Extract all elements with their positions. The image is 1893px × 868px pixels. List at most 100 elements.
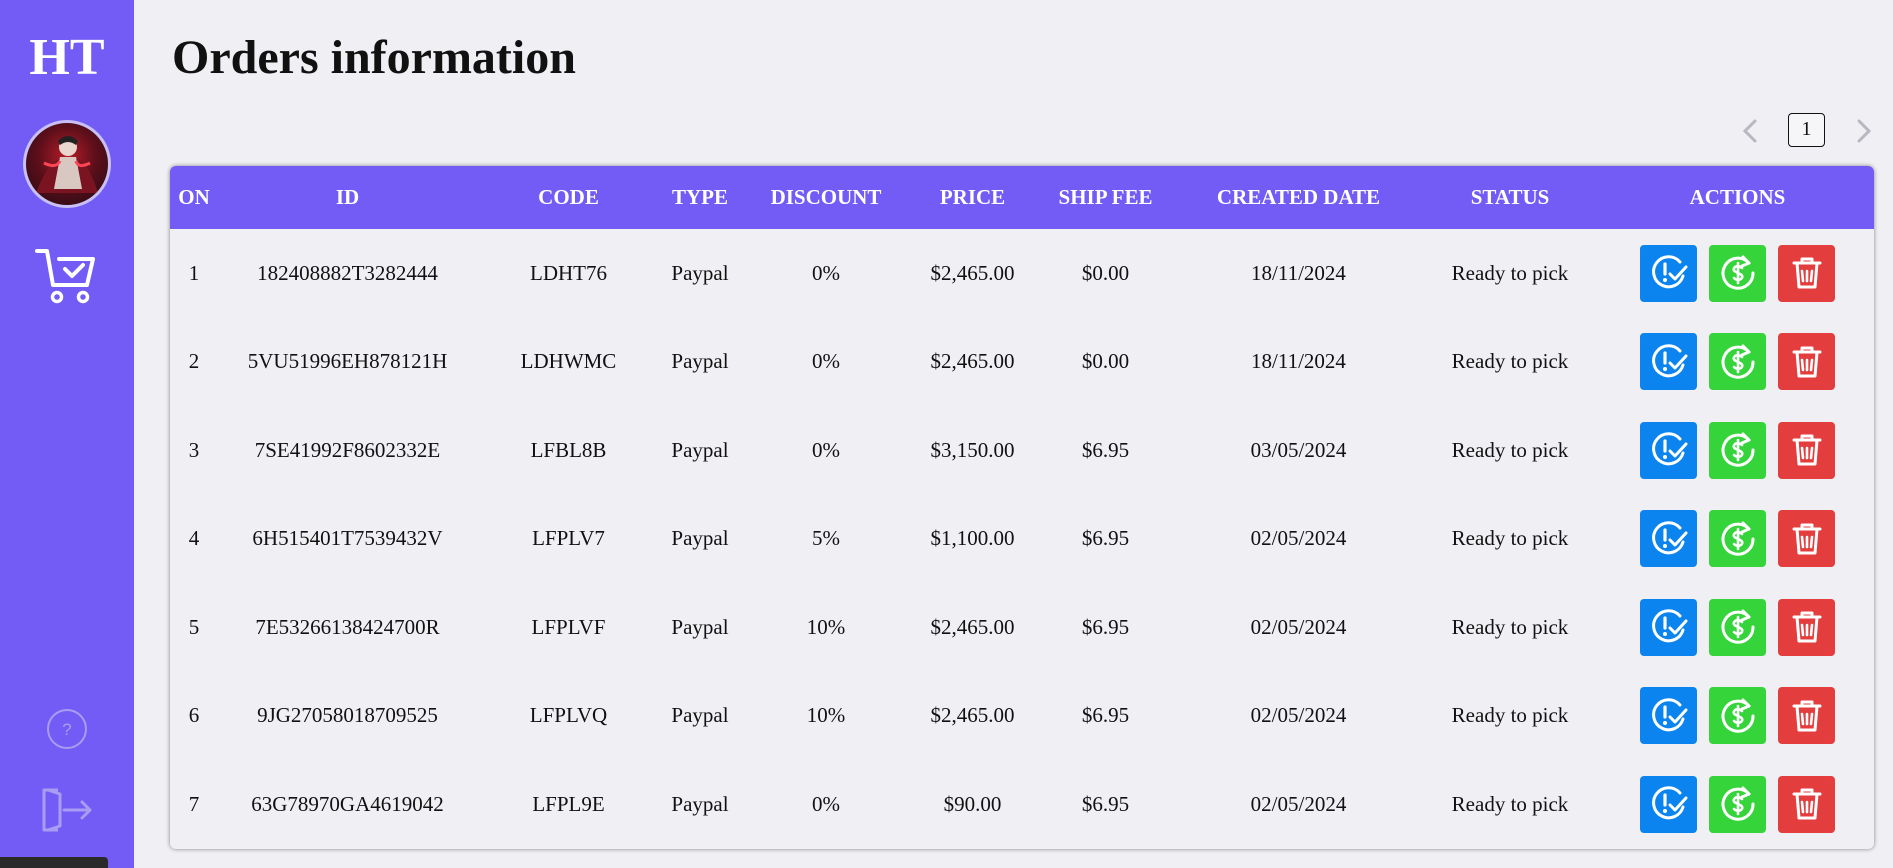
cell-actions [1601,760,1874,849]
cell-price: $2,465.00 [930,260,1015,285]
sidebar: HT ? [0,0,134,868]
table-row: 4 6H515401T7539432V LFPLV7 Paypal 5% $1,… [170,495,1874,584]
delete-order-button[interactable] [1778,510,1835,568]
cell-on: 3 [188,437,200,462]
refund-dollar-icon [1721,698,1755,733]
page-title: Orders information [172,31,576,84]
refund-dollar-icon [1721,432,1755,467]
confirm-check-icon [1651,255,1687,289]
column-header-status[interactable]: STATUS [1419,166,1601,229]
cell-discount: 0% [812,437,840,462]
confirm-order-button[interactable] [1640,510,1697,568]
cell-price: $2,465.00 [930,614,1015,639]
cell-discount: 10% [806,703,846,728]
cell-ship-fee: $0.00 [1081,260,1130,285]
cart-check-icon[interactable] [35,245,97,307]
cell-id: 7SE41992F8602332E [254,437,441,462]
cell-actions [1601,583,1874,672]
refund-order-button[interactable] [1709,687,1766,745]
cell-code: LFBL8B [530,437,607,462]
refund-order-button[interactable] [1709,775,1766,833]
refund-order-button[interactable] [1709,421,1766,479]
cell-on: 1 [188,260,200,285]
refund-dollar-icon [1721,786,1755,821]
cell-actions [1601,406,1874,495]
delete-order-button[interactable] [1778,687,1835,745]
confirm-check-icon [1651,698,1687,732]
app-logo[interactable]: HT [0,28,134,88]
cell-code: LFPLV7 [532,526,605,551]
cell-type: Paypal [671,614,729,639]
cell-id: 5VU51996EH878121H [247,349,448,374]
cell-status: Ready to pick [1451,703,1569,728]
cell-ship-fee: $6.95 [1081,791,1130,816]
cell-discount: 0% [812,260,840,285]
cell-type: Paypal [671,260,729,285]
table-row: 1 182408882T3282444 LDHT76 Paypal 0% $2,… [170,229,1874,318]
page-number-button[interactable]: 1 [1788,113,1825,147]
column-header-ship-fee[interactable]: SHIP FEE [1033,166,1178,229]
confirm-check-icon [1651,432,1687,466]
chevron-right-icon[interactable] [1849,117,1877,145]
pagination: 1 [1737,113,1877,149]
confirm-order-button[interactable] [1640,687,1697,745]
cell-id: 182408882T3282444 [257,260,438,285]
column-header-price[interactable]: PRICE [912,166,1033,229]
refund-dollar-icon [1721,609,1755,644]
delete-order-button[interactable] [1778,598,1835,656]
table-row: 2 5VU51996EH878121H LDHWMC Paypal 0% $2,… [170,318,1874,407]
confirm-order-button[interactable] [1640,244,1697,302]
cell-code: LFPLVF [531,614,606,639]
refund-order-button[interactable] [1709,333,1766,391]
cell-on: 5 [188,614,200,639]
trash-icon [1792,611,1821,643]
column-header-id[interactable]: ID [218,166,477,229]
cell-ship-fee: $6.95 [1081,614,1130,639]
cell-status: Ready to pick [1451,349,1569,374]
tooltip-strip [0,857,108,868]
cell-ship-fee: $6.95 [1081,703,1130,728]
cell-ship-fee: $0.00 [1081,349,1130,374]
cell-created-date: 18/11/2024 [1251,349,1346,374]
cell-on: 7 [188,791,200,816]
confirm-order-button[interactable] [1640,598,1697,656]
trash-icon [1792,346,1821,378]
cell-price: $2,465.00 [930,703,1015,728]
cell-price: $2,465.00 [930,349,1015,374]
cell-discount: 0% [812,349,840,374]
user-avatar[interactable] [23,120,111,208]
column-header-type[interactable]: TYPE [660,166,740,229]
cell-on: 2 [188,349,200,374]
delete-order-button[interactable] [1778,775,1835,833]
cell-created-date: 02/05/2024 [1250,614,1347,639]
cell-type: Paypal [671,703,729,728]
cell-status: Ready to pick [1451,791,1569,816]
cell-created-date: 18/11/2024 [1251,260,1346,285]
cell-actions [1601,318,1874,407]
column-header-on[interactable]: ON [170,166,218,229]
refund-order-button[interactable] [1709,244,1766,302]
help-icon[interactable]: ? [46,708,88,750]
delete-order-button[interactable] [1778,333,1835,391]
table-row: 6 9JG27058018709525 LFPLVQ Paypal 10% $2… [170,672,1874,761]
cell-ship-fee: $6.95 [1081,526,1130,551]
confirm-order-button[interactable] [1640,421,1697,479]
cell-code: LFPL9E [532,791,605,816]
chevron-left-icon[interactable] [1737,117,1765,145]
column-header-code[interactable]: CODE [477,166,660,229]
column-header-discount[interactable]: DISCOUNT [740,166,912,229]
cell-on: 6 [188,703,200,728]
cell-status: Ready to pick [1451,614,1569,639]
cell-created-date: 02/05/2024 [1250,703,1347,728]
confirm-order-button[interactable] [1640,333,1697,391]
cell-id: 7E53266138424700R [255,614,440,639]
refund-order-button[interactable] [1709,598,1766,656]
delete-order-button[interactable] [1778,244,1835,302]
delete-order-button[interactable] [1778,421,1835,479]
column-header-created-date[interactable]: CREATED DATE [1178,166,1419,229]
confirm-order-button[interactable] [1640,775,1697,833]
refund-order-button[interactable] [1709,510,1766,568]
cell-id: 6H515401T7539432V [252,526,443,551]
cell-type: Paypal [671,437,729,462]
logout-icon[interactable] [40,786,94,834]
